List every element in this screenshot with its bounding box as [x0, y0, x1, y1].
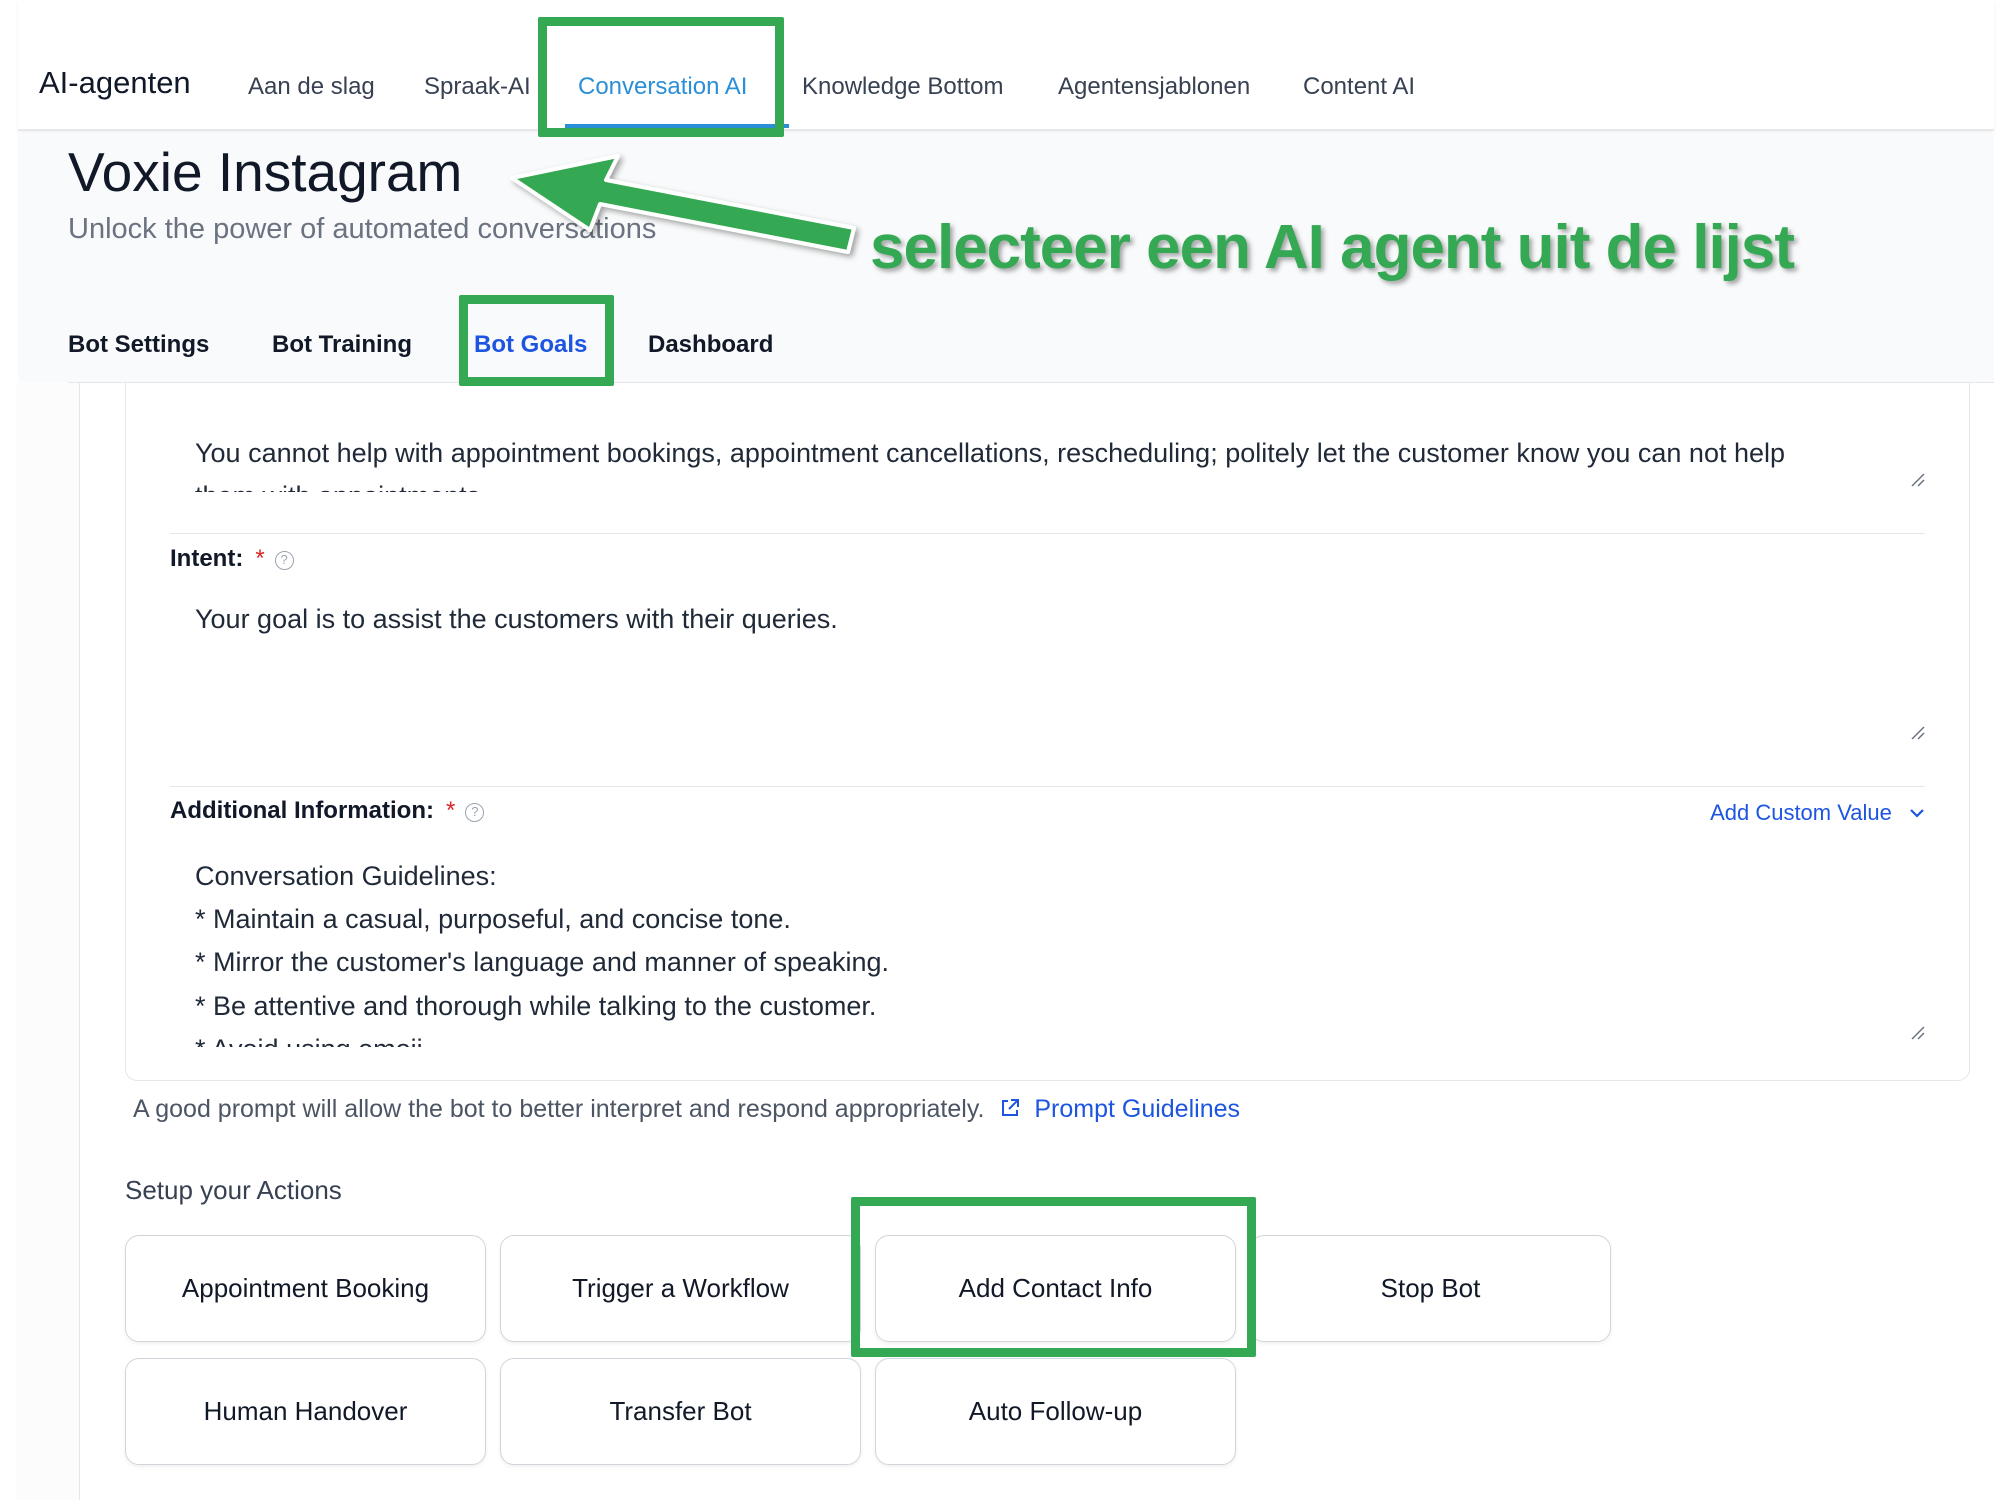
additional-line: Conversation Guidelines: — [195, 861, 497, 891]
tab-bot-goals[interactable]: Bot Goals — [474, 331, 587, 359]
add-contact-info-button[interactable]: Add Contact Info — [875, 1235, 1236, 1342]
active-tab-indicator — [565, 124, 789, 128]
external-link-icon[interactable] — [999, 1097, 1021, 1119]
appointment-booking-button[interactable]: Appointment Booking — [125, 1235, 486, 1342]
page-title: Voxie Instagram — [68, 141, 463, 203]
additional-line: * Avoid using emoji. — [195, 1028, 430, 1047]
auto-follow-up-button[interactable]: Auto Follow-up — [875, 1358, 1236, 1465]
annotation-text: selecteer een AI agent uit de lijst — [870, 213, 1795, 282]
trigger-workflow-button[interactable]: Trigger a Workflow — [500, 1235, 861, 1342]
restriction-text: You cannot help with appointment booking… — [195, 438, 1786, 468]
nav-item-content-ai[interactable]: Content AI — [1303, 73, 1415, 101]
app-title: AI-agenten — [39, 65, 191, 100]
nav-item-conversation-ai[interactable]: Conversation AI — [578, 73, 747, 101]
required-marker: * — [255, 545, 265, 572]
restriction-text-cut: them with appointments. — [195, 475, 488, 492]
tab-bot-settings[interactable]: Bot Settings — [68, 331, 209, 359]
additional-line: * Be attentive and thorough while talkin… — [195, 991, 877, 1021]
nav-item-knowledge-bottom[interactable]: Knowledge Bottom — [802, 73, 1003, 101]
resize-grip-icon[interactable] — [1910, 472, 1926, 488]
prompt-hint-text: A good prompt will allow the bot to bett… — [133, 1095, 985, 1123]
tab-dashboard[interactable]: Dashboard — [648, 331, 773, 359]
help-icon[interactable]: ? — [465, 803, 485, 822]
stop-bot-button[interactable]: Stop Bot — [1250, 1235, 1611, 1342]
nav-item-agentensjablonen[interactable]: Agentensjablonen — [1058, 73, 1250, 101]
additional-info-label: Additional Information: *? — [170, 797, 485, 825]
human-handover-button[interactable]: Human Handover — [125, 1358, 486, 1465]
resize-grip-icon[interactable] — [1910, 725, 1926, 741]
add-custom-value-dropdown[interactable]: Add Custom Value — [1710, 800, 1926, 826]
additional-info-label-text: Additional Information: — [170, 797, 434, 824]
additional-info-textarea[interactable]: Conversation Guidelines: * Maintain a ca… — [195, 855, 1895, 1047]
required-marker: * — [445, 797, 456, 824]
transfer-bot-button[interactable]: Transfer Bot — [500, 1358, 861, 1465]
actions-section-title: Setup your Actions — [125, 1175, 342, 1205]
additional-line: * Mirror the customer's language and man… — [195, 947, 890, 977]
add-custom-value-label: Add Custom Value — [1710, 800, 1892, 825]
intent-textarea[interactable]: Your goal is to assist the customers wit… — [195, 598, 838, 641]
help-icon[interactable]: ? — [274, 551, 294, 570]
field-divider — [170, 533, 1925, 534]
intent-label-text: Intent: — [170, 545, 244, 572]
chevron-down-icon — [1910, 809, 1924, 818]
field-divider — [170, 786, 1925, 787]
intent-label: Intent: *? — [170, 545, 294, 573]
left-rail — [16, 383, 80, 1500]
restriction-textarea[interactable]: You cannot help with appointment booking… — [195, 432, 1895, 492]
prompt-hint: A good prompt will allow the bot to bett… — [133, 1095, 1240, 1124]
top-nav: AI-agenten Aan de slag Spraak-AI Convers… — [18, 0, 1994, 131]
nav-item-aan-de-slag[interactable]: Aan de slag — [248, 73, 375, 101]
nav-item-spraak-ai[interactable]: Spraak-AI — [424, 73, 531, 101]
tab-bot-training[interactable]: Bot Training — [272, 331, 412, 359]
additional-line: * Maintain a casual, purposeful, and con… — [195, 904, 791, 934]
annotation-arrow-icon — [510, 154, 856, 254]
resize-grip-icon[interactable] — [1910, 1025, 1926, 1041]
prompt-guidelines-link[interactable]: Prompt Guidelines — [1034, 1095, 1240, 1123]
